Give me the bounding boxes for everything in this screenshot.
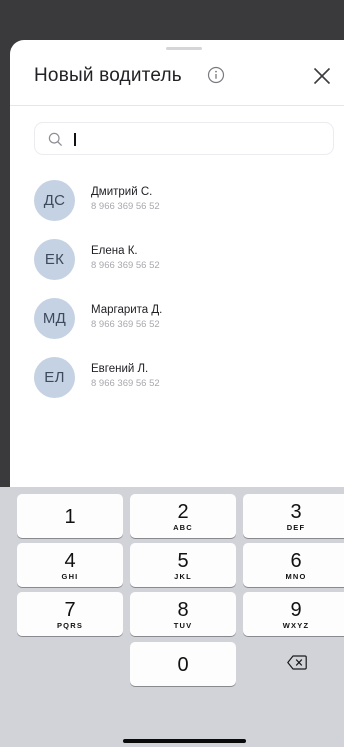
contact-name: Евгений Л. xyxy=(91,363,149,375)
key-digit: 8 xyxy=(177,599,189,621)
contact-item[interactable]: ДС Дмитрий С. 8 966 369 56 52 xyxy=(34,180,334,239)
key-6[interactable]: 6 MNO xyxy=(243,543,344,587)
key-digit: 5 xyxy=(177,550,189,572)
text-caret xyxy=(74,133,76,146)
key-8[interactable]: 8 TUV xyxy=(130,592,236,636)
key-letters: MNO xyxy=(285,572,307,581)
contact-name: Елена К. xyxy=(91,245,138,257)
key-digit: 0 xyxy=(177,654,189,676)
key-letters: ABC xyxy=(173,523,193,532)
key-2[interactable]: 2 ABC xyxy=(130,494,236,538)
sheet-title: Новый водитель xyxy=(34,65,182,86)
contact-item[interactable]: МД Маргарита Д. 8 966 369 56 52 xyxy=(34,298,334,357)
backspace-button[interactable] xyxy=(243,642,344,686)
info-icon[interactable] xyxy=(207,66,225,84)
contact-phone: 8 966 369 56 52 xyxy=(91,201,160,212)
search-box[interactable] xyxy=(34,122,334,155)
avatar: ДС xyxy=(34,180,75,221)
contact-list: ДС Дмитрий С. 8 966 369 56 52 ЕК Елена К… xyxy=(34,180,334,416)
key-letters: TUV xyxy=(173,621,193,630)
key-4[interactable]: 4 GHI xyxy=(17,543,123,587)
avatar: ЕЛ xyxy=(34,357,75,398)
key-digit: 6 xyxy=(290,550,302,572)
key-letters: JKL xyxy=(174,572,192,581)
key-digit: 9 xyxy=(290,599,302,621)
avatar: ЕК xyxy=(34,239,75,280)
key-5[interactable]: 5 JKL xyxy=(130,543,236,587)
contact-name: Дмитрий С. xyxy=(91,186,153,198)
close-icon[interactable] xyxy=(313,67,331,85)
key-9[interactable]: 9 WXYZ xyxy=(243,592,344,636)
avatar: МД xyxy=(34,298,75,339)
contact-phone: 8 966 369 56 52 xyxy=(91,319,160,330)
key-3[interactable]: 3 DEF xyxy=(243,494,344,538)
contact-item[interactable]: ЕК Елена К. 8 966 369 56 52 xyxy=(34,239,334,298)
key-digit: 7 xyxy=(64,599,76,621)
backspace-icon xyxy=(287,655,307,670)
key-7[interactable]: 7 PQRS xyxy=(17,592,123,636)
contact-name: Маргарита Д. xyxy=(91,304,163,316)
key-letters: GHI xyxy=(61,572,79,581)
key-digit: 2 xyxy=(177,501,189,523)
contact-phone: 8 966 369 56 52 xyxy=(91,378,160,389)
contact-phone: 8 966 369 56 52 xyxy=(91,260,160,271)
key-digit: 4 xyxy=(64,550,76,572)
key-digit: 1 xyxy=(64,506,76,528)
key-digit: 3 xyxy=(290,501,302,523)
key-letters: WXYZ xyxy=(282,621,310,630)
contact-item[interactable]: ЕЛ Евгений Л. 8 966 369 56 52 xyxy=(34,357,334,416)
numeric-keypad: 1 2 ABC 3 DEF 4 GHI 5 JKL 6 MNO 7 PQRS 8… xyxy=(0,487,344,747)
key-letters: DEF xyxy=(286,523,306,532)
key-0[interactable]: 0 xyxy=(130,642,236,686)
key-letters: PQRS xyxy=(56,621,84,630)
home-indicator[interactable] xyxy=(123,739,246,743)
search-icon xyxy=(48,132,63,147)
sheet-header: Новый водитель xyxy=(10,40,344,106)
search-input[interactable] xyxy=(71,130,321,150)
key-1[interactable]: 1 xyxy=(17,494,123,538)
